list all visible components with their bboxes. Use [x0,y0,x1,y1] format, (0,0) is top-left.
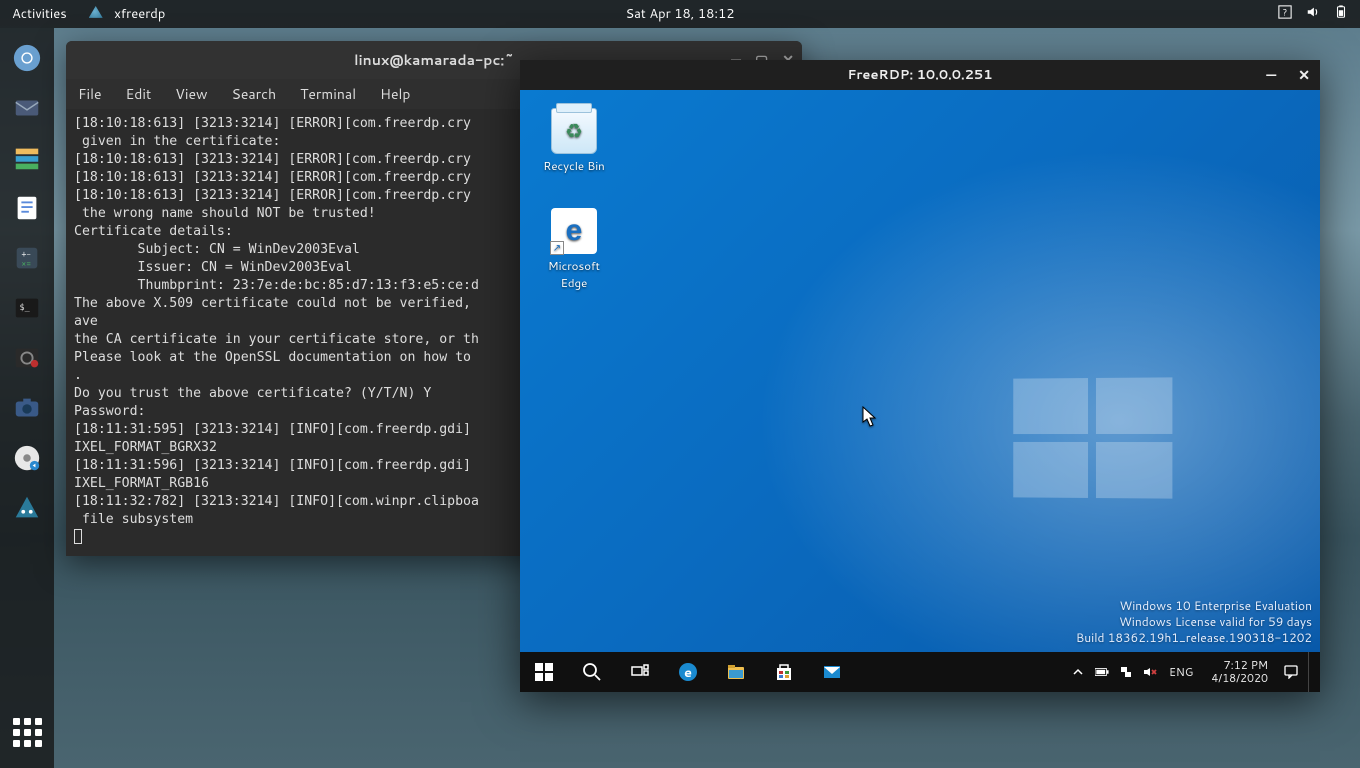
dock-settings[interactable] [9,340,45,376]
desktop-icon-recycle-bin[interactable]: Recycle Bin [534,108,614,174]
cursor-icon [862,406,878,434]
menu-help[interactable]: Help [380,84,410,104]
show-applications-button[interactable] [9,714,45,750]
show-desktop-button[interactable] [1308,652,1314,692]
tray-clock[interactable]: 7:12 PM 4/18/2020 [1205,659,1274,685]
desktop-icon-edge[interactable]: ↗ Microsoft Edge [534,208,614,291]
dock-screenshot[interactable] [9,390,45,426]
dock-files[interactable] [9,140,45,176]
svg-text:?: ? [1283,5,1287,18]
topbar-clock[interactable]: Sat Apr 18, 18:12 [625,5,734,23]
menu-terminal[interactable]: Terminal [300,84,356,104]
dock-terminal[interactable]: $_ [9,290,45,326]
xfreerdp-icon [89,6,103,20]
taskbar-edge[interactable]: e [664,652,712,692]
freerdp-close-icon[interactable]: ✕ [1298,65,1310,85]
accessibility-icon[interactable]: ? [1278,5,1292,24]
taskbar-search-button[interactable] [568,652,616,692]
battery-icon[interactable] [1334,5,1348,24]
windows-watermark: Windows 10 Enterprise Evaluation Windows… [1076,598,1312,646]
dock-calculator[interactable]: +−×= [9,240,45,276]
tray-language[interactable]: ENG [1167,664,1195,680]
freerdp-window: FreeRDP: 10.0.0.251 — ✕ Recycle Bin ↗ Mi… [520,60,1320,692]
windows-desktop[interactable]: Recycle Bin ↗ Microsoft Edge Windows 10 … [520,90,1320,692]
dock-mail[interactable] [9,90,45,126]
start-button[interactable] [520,652,568,692]
tray-battery-icon[interactable] [1095,665,1109,679]
active-app-indicator[interactable]: xfreerdp [89,5,166,23]
gnome-dock: +−×= $_ [0,28,54,768]
volume-icon[interactable] [1306,5,1320,24]
menu-search[interactable]: Search [232,84,277,104]
menu-file[interactable]: File [78,84,102,104]
freerdp-title: FreeRDP: 10.0.0.251 [847,66,992,84]
freerdp-minimize-icon[interactable]: — [1266,65,1276,85]
recycle-bin-icon [551,108,597,154]
taskbar-mail[interactable] [808,652,856,692]
svg-text:e: e [684,664,692,682]
dock-text-editor[interactable] [9,190,45,226]
dock-media[interactable] [9,440,45,476]
tray-volume-muted-icon[interactable] [1143,665,1157,679]
freerdp-titlebar[interactable]: FreeRDP: 10.0.0.251 — ✕ [520,60,1320,90]
dock-chromium[interactable] [9,40,45,76]
menu-view[interactable]: View [175,84,207,104]
activities-button[interactable]: Activities [12,5,67,23]
edge-icon: ↗ [551,208,597,254]
windows-logo-wallpaper [1013,377,1172,498]
task-view-button[interactable] [616,652,664,692]
taskbar-file-explorer[interactable] [712,652,760,692]
dock-xfreerdp-running[interactable] [9,490,45,526]
tray-network-icon[interactable] [1119,665,1133,679]
terminal-title: linux@kamarada-pc:~ [354,50,514,70]
svg-text:×=: ×= [21,259,31,269]
gnome-topbar: Activities xfreerdp Sat Apr 18, 18:12 ? [0,0,1360,28]
menu-edit[interactable]: Edit [126,84,152,104]
taskbar-store[interactable] [760,652,808,692]
action-center-icon[interactable] [1284,665,1298,679]
svg-text:$_: $_ [20,302,31,312]
windows-taskbar: e [520,652,1320,692]
tray-chevron-up-icon[interactable] [1071,665,1085,679]
